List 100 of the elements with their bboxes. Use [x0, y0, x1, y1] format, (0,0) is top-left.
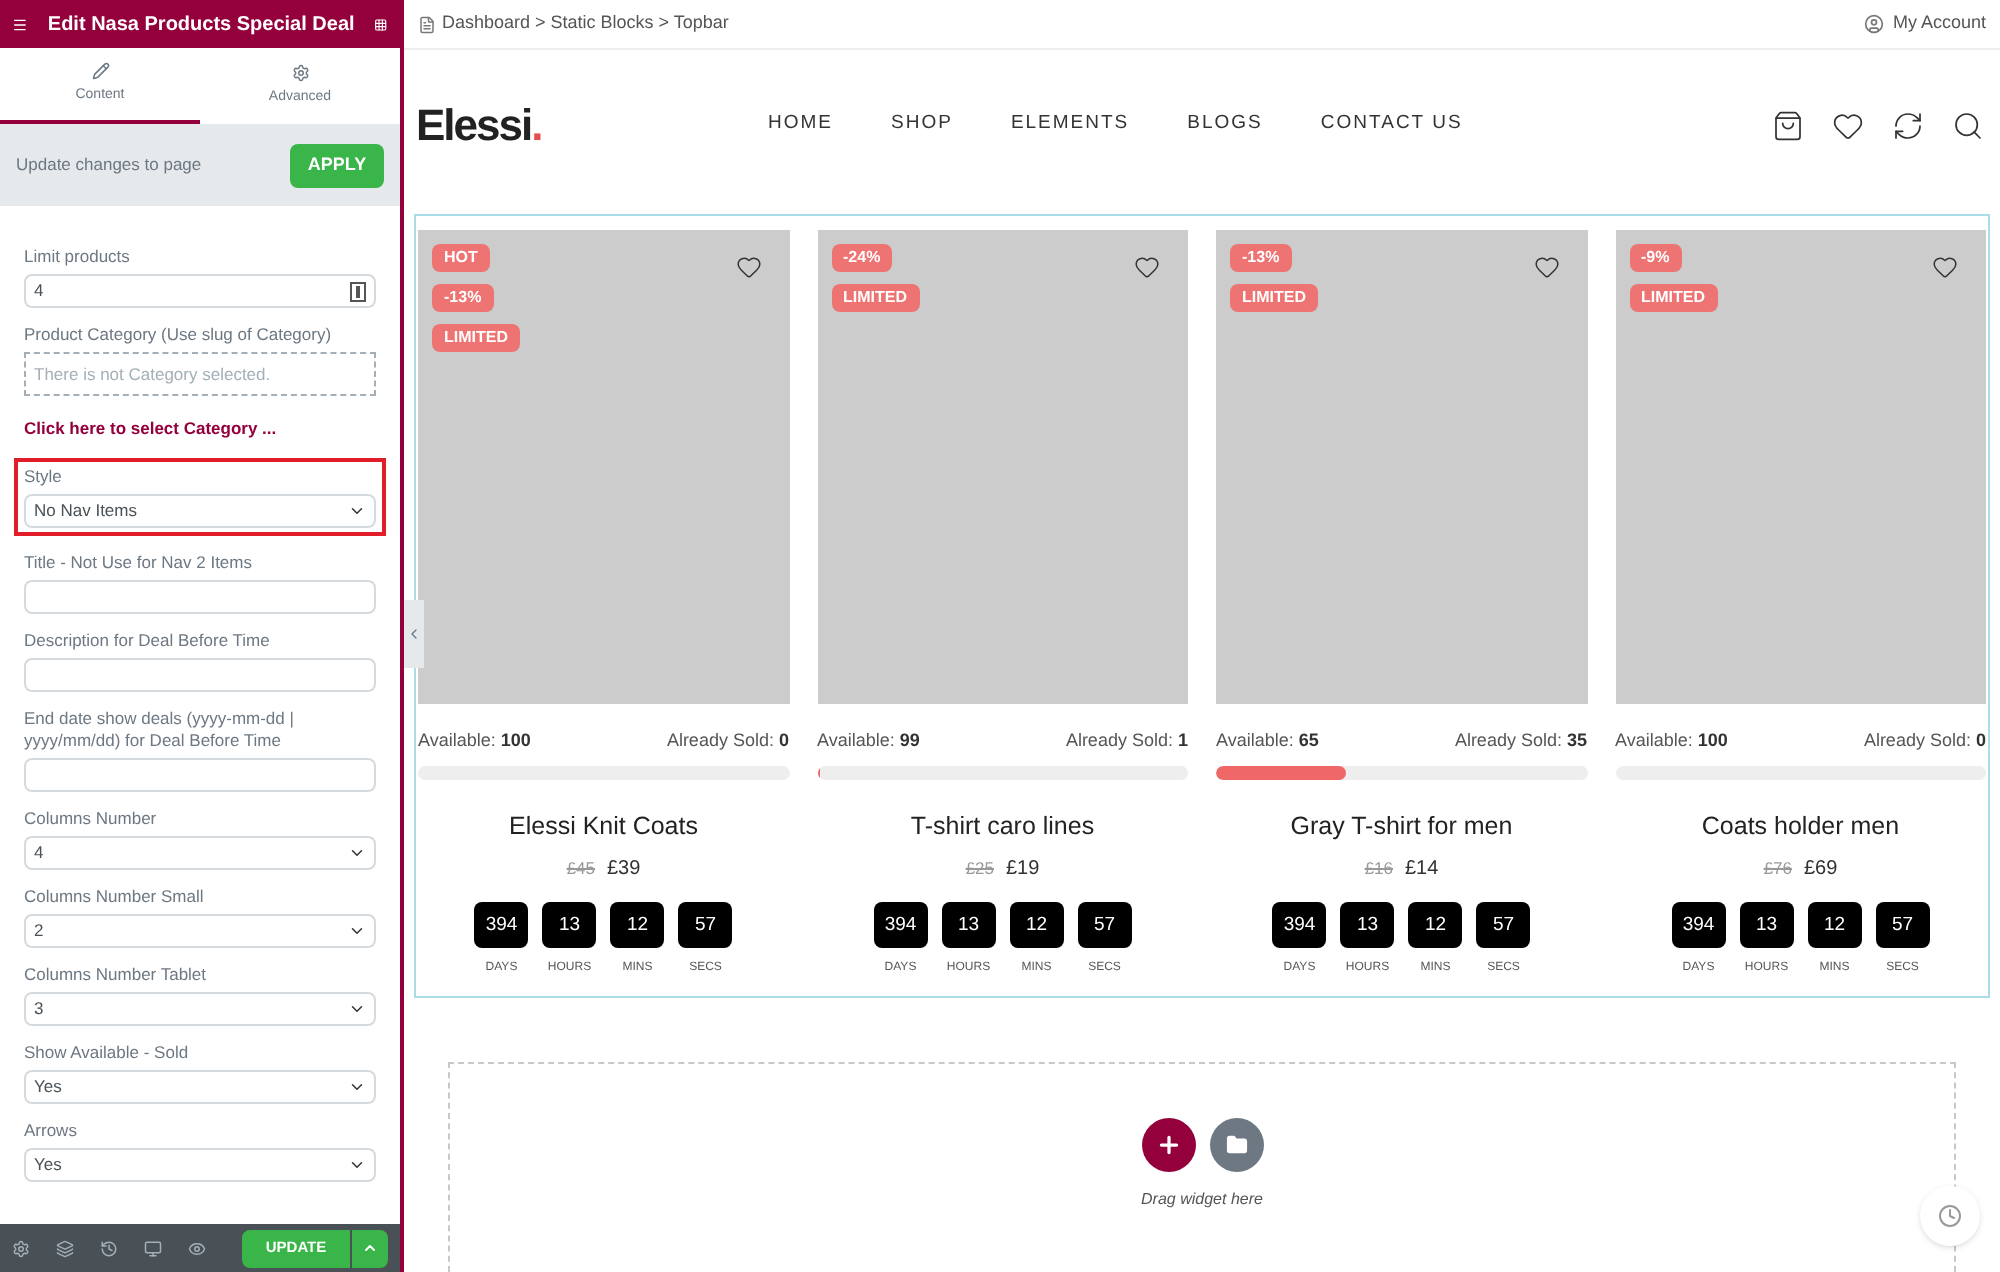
countdown-value: 13: [941, 902, 996, 949]
template-folder-button[interactable]: [1209, 1118, 1263, 1172]
field-label: Limit products: [24, 246, 132, 268]
folder-icon: [1225, 1134, 1247, 1156]
spinner-icon: [350, 281, 366, 301]
history-button[interactable]: [1920, 1186, 1980, 1246]
field-label: Columns Number Tablet: [24, 963, 209, 986]
field-label: Columns Number Small: [24, 885, 206, 908]
field-label: Description for Deal Before Time: [24, 629, 272, 652]
old-price: £45: [566, 856, 595, 883]
countdown-value: 12: [610, 902, 665, 949]
heart-icon[interactable]: [1832, 109, 1864, 141]
nav-link[interactable]: HOME: [768, 110, 833, 140]
old-price: £76: [1763, 856, 1792, 883]
countdown-value: 394: [1671, 902, 1726, 949]
cart-icon[interactable]: [1772, 109, 1804, 141]
nav-link[interactable]: BLOGS: [1187, 110, 1263, 140]
countdown-value: 13: [1739, 902, 1794, 949]
countdown-value: 57: [1077, 902, 1132, 949]
available-count: Available: 99: [817, 728, 920, 754]
field-label: Show Available - Sold: [24, 1041, 191, 1064]
compare-icon[interactable]: [1892, 109, 1924, 141]
select-dropdown[interactable]: 4: [24, 835, 376, 870]
collapse-panel-handle[interactable]: [404, 600, 424, 668]
text-input[interactable]: [24, 757, 376, 792]
select-dropdown[interactable]: Yes: [24, 1069, 376, 1104]
drop-zone-hint: Drag widget here: [1141, 1188, 1263, 1212]
caret-up-icon: [362, 1240, 378, 1256]
countdown-value: 12: [1807, 902, 1862, 949]
old-price: £16: [1364, 856, 1393, 883]
product-name: Coats holder men: [1699, 809, 1902, 843]
sold-count: Already Sold: 0: [1863, 728, 1986, 754]
update-options-button[interactable]: [352, 1229, 388, 1267]
wishlist-heart-icon[interactable]: [1134, 254, 1160, 280]
monitor-icon[interactable]: [144, 1239, 162, 1257]
product-badge: -9%: [1629, 244, 1682, 272]
product-badge: LIMITED: [432, 324, 520, 352]
countdown-value: 12: [1009, 902, 1064, 949]
text-input[interactable]: [24, 579, 376, 614]
product-badge: -13%: [1230, 244, 1292, 272]
countdown-value: 13: [542, 902, 597, 949]
settings-icon: [291, 63, 309, 82]
product-badge: LIMITED: [1230, 284, 1318, 312]
product-badge: LIMITED: [831, 284, 919, 312]
wishlist-heart-icon[interactable]: [735, 254, 761, 280]
countdown-value: 394: [873, 902, 928, 949]
nav-link[interactable]: ELEMENTS: [1010, 110, 1130, 140]
user-icon: [1864, 14, 1885, 34]
countdown-value: 394: [1272, 902, 1327, 949]
nav-link[interactable]: CONTACT US: [1320, 110, 1463, 140]
sale-price: £14: [1405, 856, 1439, 885]
product-name: Elessi Knit Coats: [507, 809, 700, 843]
add-section-button[interactable]: [1141, 1118, 1195, 1172]
grid-icon[interactable]: [374, 13, 388, 35]
apply-note: Update changes to page: [16, 152, 202, 178]
nav-link[interactable]: SHOP: [891, 110, 953, 140]
settings-icon[interactable]: [12, 1239, 30, 1257]
select-dropdown[interactable]: 2: [24, 913, 376, 948]
wishlist-heart-icon[interactable]: [1932, 254, 1958, 280]
select-dropdown[interactable]: Yes: [24, 1147, 376, 1182]
countdown-value: 13: [1340, 902, 1395, 949]
chevron-left-icon: [406, 626, 422, 642]
old-price: £25: [965, 856, 994, 883]
field-label: Title - Not Use for Nav 2 Items: [24, 551, 254, 574]
document-icon: [418, 15, 436, 33]
wishlist-heart-icon[interactable]: [1533, 254, 1559, 280]
product-badge: LIMITED: [1629, 284, 1717, 312]
sold-count: Already Sold: 1: [1065, 728, 1188, 754]
account-link[interactable]: My Account: [1892, 10, 1986, 38]
select-dropdown[interactable]: No Nav Items: [24, 493, 376, 528]
breadcrumb[interactable]: Dashboard > Static Blocks > Topbar: [442, 10, 729, 38]
countdown-value: 57: [678, 902, 733, 949]
panel-title: Edit Nasa Products Special Deal: [47, 11, 355, 39]
sold-count: Already Sold: 35: [1454, 728, 1587, 754]
sale-price: £19: [1006, 856, 1040, 885]
countdown-value: 12: [1408, 902, 1463, 949]
available-count: Available: 100: [418, 728, 531, 754]
logo[interactable]: Elessi.: [416, 92, 768, 158]
clock-icon: [1938, 1204, 1962, 1228]
sold-count: Already Sold: 0: [666, 728, 789, 754]
available-count: Available: 100: [1615, 728, 1728, 754]
countdown-value: 394: [474, 902, 529, 949]
select-category-link[interactable]: Click here to select Category ...: [24, 416, 376, 442]
number-input[interactable]: 4: [24, 274, 376, 308]
layers-icon[interactable]: [56, 1239, 74, 1257]
eye-icon[interactable]: [188, 1239, 206, 1257]
field-label: Columns Number: [24, 807, 159, 830]
field-label: Arrows: [24, 1119, 79, 1142]
search-icon[interactable]: [1952, 109, 1984, 141]
sale-price: £39: [607, 856, 641, 885]
field-label: Style: [24, 465, 64, 488]
field-label: End date show deals (yyyy-mm-dd | yyyy/mm/dd) for Deal Before Time: [24, 707, 296, 752]
product-badge: -13%: [432, 284, 494, 312]
product-name: T-shirt caro lines: [908, 809, 1097, 843]
select-dropdown[interactable]: 3: [24, 991, 376, 1026]
text-input[interactable]: [24, 657, 376, 692]
history-icon[interactable]: [100, 1239, 118, 1257]
plus-icon: [1155, 1132, 1181, 1158]
available-count: Available: 65: [1216, 728, 1319, 754]
product-name: Gray T-shirt for men: [1288, 809, 1515, 844]
